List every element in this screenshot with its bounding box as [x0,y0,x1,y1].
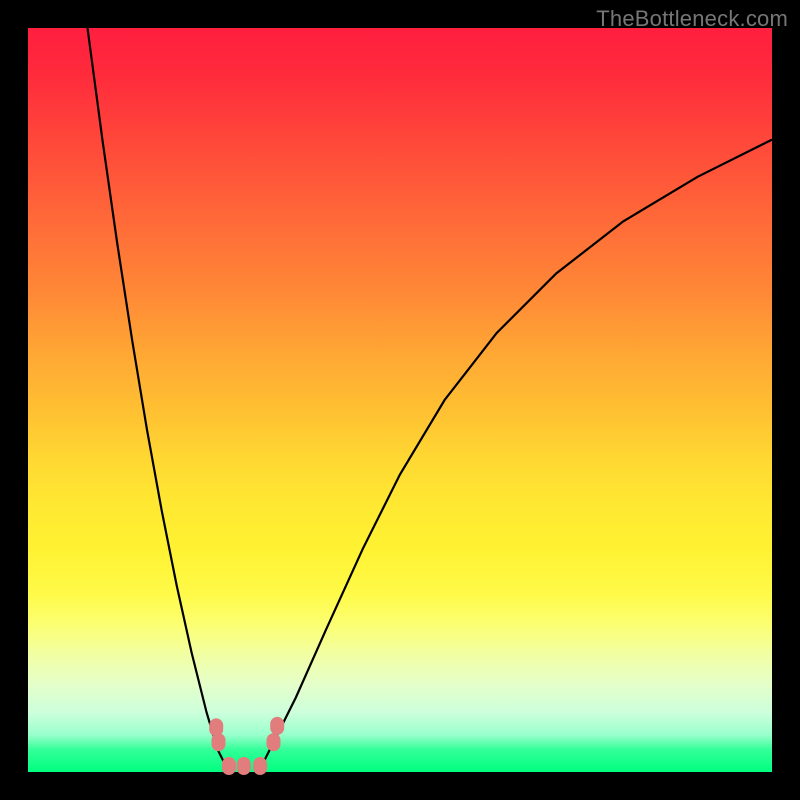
chart-plot-area [28,28,772,772]
marker-bottom-cluster-c [253,757,267,775]
marker-left-cluster-lower [212,733,226,751]
curve-right-branch [259,140,772,772]
curve-left-branch [88,28,229,772]
marker-right-cluster-lower [267,733,281,751]
marker-right-cluster-upper [270,717,284,735]
attribution-text: TheBottleneck.com [596,6,788,32]
marker-bottom-cluster-b [237,757,251,775]
marker-bottom-cluster-a [222,757,236,775]
chart-svg [28,28,772,772]
marker-group [209,717,284,775]
